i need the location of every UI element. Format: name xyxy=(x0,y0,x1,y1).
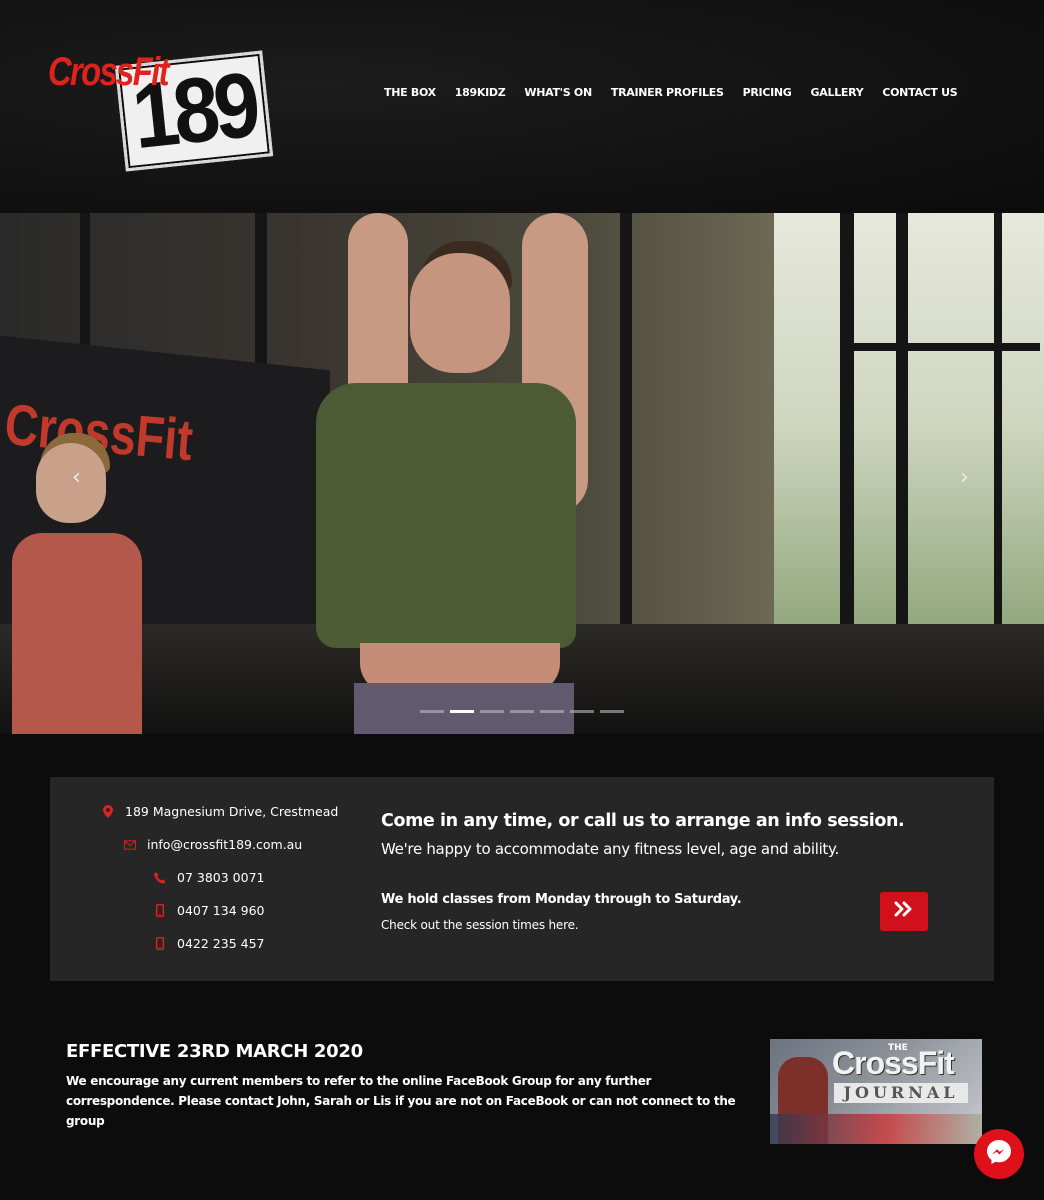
nav-whats-on[interactable]: WHAT'S ON xyxy=(524,86,592,99)
messenger-icon xyxy=(984,1137,1014,1172)
slider-dot[interactable] xyxy=(510,710,534,713)
journal-photo-band xyxy=(770,1114,982,1144)
contact-info-panel: 189 Magnesium Drive, Crestmead info@cros… xyxy=(50,777,994,981)
site-header: 189 CrossFit THE BOX 189KIDZ WHAT'S ON T… xyxy=(0,0,1044,213)
rack-crossbar xyxy=(840,343,1040,351)
map-pin-icon xyxy=(102,805,114,819)
slider-dot[interactable] xyxy=(600,710,624,713)
info-heading: Come in any time, or call us to arrange … xyxy=(381,811,905,831)
mobile-link-1[interactable]: 0407 134 960 xyxy=(177,903,264,918)
mobile-icon xyxy=(154,937,166,951)
slider-dot[interactable] xyxy=(480,710,504,713)
main-nav: THE BOX 189KIDZ WHAT'S ON TRAINER PROFIL… xyxy=(384,86,976,99)
slider-dot[interactable] xyxy=(420,710,444,713)
hero-slider: CrossFit ‹ › xyxy=(0,213,1044,734)
announcement-title: EFFECTIVE 23RD MARCH 2020 xyxy=(66,1041,363,1062)
logo-crossfit-text: CrossFit xyxy=(48,50,170,94)
nav-trainer-profiles[interactable]: TRAINER PROFILES xyxy=(611,86,724,99)
crossfit-journal-banner[interactable]: THE CrossFit JOURNAL xyxy=(770,1039,982,1144)
session-times-text[interactable]: Check out the session times here. xyxy=(381,918,579,932)
hero-main-athlete xyxy=(310,213,610,734)
mobile-row-1[interactable]: 0407 134 960 xyxy=(154,903,264,918)
journal-crossfit-text: CrossFit xyxy=(832,1045,955,1081)
envelope-icon xyxy=(124,838,136,852)
mobile-icon xyxy=(154,904,166,918)
mobile-row-2[interactable]: 0422 235 457 xyxy=(154,936,264,951)
slider-dot[interactable] xyxy=(570,710,594,713)
messenger-chat-button[interactable] xyxy=(974,1129,1024,1179)
phone-link[interactable]: 07 3803 0071 xyxy=(177,870,264,885)
nav-pricing[interactable]: PRICING xyxy=(743,86,792,99)
nav-189kidz[interactable]: 189KIDZ xyxy=(455,86,506,99)
announcement-body: We encourage any current members to refe… xyxy=(66,1074,736,1128)
email-link[interactable]: info@crossfit189.com.au xyxy=(147,837,302,852)
crossfit-189-logo[interactable]: 189 CrossFit xyxy=(48,42,274,182)
classes-text: We hold classes from Monday through to S… xyxy=(381,892,742,907)
slider-dot[interactable] xyxy=(540,710,564,713)
hero-window-backdrop xyxy=(774,213,1044,633)
address-row: 189 Magnesium Drive, Crestmead xyxy=(102,804,338,819)
phone-row[interactable]: 07 3803 0071 xyxy=(154,870,264,885)
session-times-button[interactable] xyxy=(880,892,928,931)
double-chevron-right-icon xyxy=(894,901,914,922)
phone-icon xyxy=(154,871,166,885)
slider-next-arrow[interactable]: › xyxy=(960,465,969,490)
address-text: 189 Magnesium Drive, Crestmead xyxy=(125,804,339,819)
slider-dots xyxy=(420,710,630,713)
email-row[interactable]: info@crossfit189.com.au xyxy=(124,837,302,852)
journal-title-text: JOURNAL xyxy=(834,1083,968,1103)
nav-contact-us[interactable]: CONTACT US xyxy=(882,86,957,99)
slider-dot-active[interactable] xyxy=(450,710,474,713)
mobile-link-2[interactable]: 0422 235 457 xyxy=(177,936,264,951)
nav-gallery[interactable]: GALLERY xyxy=(811,86,864,99)
nav-the-box[interactable]: THE BOX xyxy=(384,86,436,99)
info-subheading: We're happy to accommodate any fitness l… xyxy=(381,840,839,858)
slider-prev-arrow[interactable]: ‹ xyxy=(72,465,81,490)
